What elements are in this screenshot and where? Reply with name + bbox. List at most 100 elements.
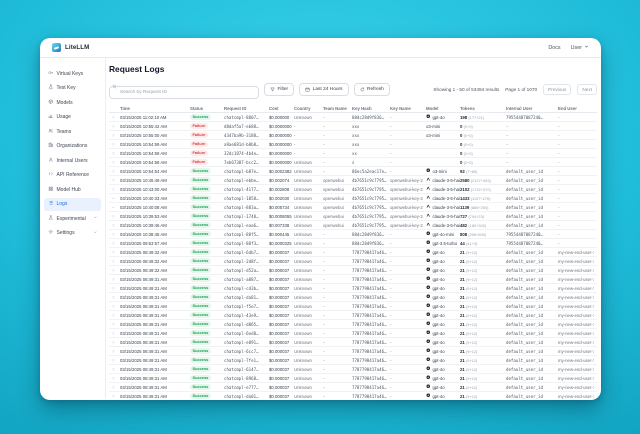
- cell-team-name: -: [323, 259, 352, 264]
- sidebar-item-organizations[interactable]: Organizations: [44, 140, 101, 153]
- docs-link[interactable]: Docs: [548, 45, 560, 51]
- cell-status: Success: [190, 384, 224, 390]
- row-expander[interactable]: [109, 322, 120, 327]
- table-row[interactable]: 03/15/2025 08:49:32 AMSuccesschatcmpl-d5…: [109, 266, 597, 275]
- sidebar-item-internal-users[interactable]: Internal Users: [44, 154, 101, 167]
- refresh-button[interactable]: Refresh: [354, 83, 390, 96]
- chevron-right-icon: [109, 214, 118, 219]
- row-expander[interactable]: [109, 115, 120, 120]
- row-expander[interactable]: [109, 187, 120, 192]
- table-row[interactable]: 03/15/2025 08:49:31 AMSuccesschatcmpl-cd…: [109, 284, 597, 293]
- row-expander[interactable]: [109, 151, 120, 156]
- table-row[interactable]: 03/15/2025 08:49:31 AMSuccesschatcmpl-61…: [109, 365, 597, 374]
- table-row[interactable]: 03/15/2025 08:49:31 AMSuccesschatcmpl-7f…: [109, 356, 597, 365]
- table-row[interactable]: 03/15/2025 08:49:31 AMSuccesschatcmpl-89…: [109, 374, 597, 383]
- row-expander[interactable]: [109, 142, 120, 147]
- row-expander[interactable]: [109, 196, 120, 201]
- column-header-model: Model: [426, 106, 460, 111]
- sidebar-item-virtual-keys[interactable]: Virtual Keys: [44, 67, 101, 80]
- sidebar-item-model-hub[interactable]: Model Hub: [44, 183, 101, 196]
- cell-request-id: chatcmpl-7fe1…: [224, 358, 269, 363]
- row-expander[interactable]: [109, 367, 120, 372]
- table-row[interactable]: 03/15/2025 08:49:31 AMSuccesschatcmpl-43…: [109, 311, 597, 320]
- row-expander[interactable]: [109, 313, 120, 318]
- next-page-button[interactable]: Next: [577, 84, 597, 95]
- previous-page-button[interactable]: Previous: [543, 84, 571, 95]
- table-row[interactable]: 03/15/2025 10:55:00 AMFailure4347ba9b-31…: [109, 131, 597, 140]
- search-input[interactable]: [109, 86, 259, 99]
- row-expander[interactable]: [109, 295, 120, 300]
- row-expander[interactable]: [109, 178, 120, 183]
- table-row[interactable]: 03/15/2025 10:43:00 AMSuccesschatcmpl-41…: [109, 185, 597, 194]
- table-row[interactable]: 03/15/2025 08:49:31 AMSuccesschatcmpl-e7…: [109, 383, 597, 392]
- row-expander[interactable]: [109, 205, 120, 210]
- row-expander[interactable]: [109, 286, 120, 291]
- row-expander[interactable]: [109, 358, 120, 363]
- table-row[interactable]: 03/15/2025 10:54:59 AMFailure32dc1874-4b…: [109, 149, 597, 158]
- chevron-right-icon: [109, 322, 118, 327]
- cell-tokens: 1433 (1157+276): [460, 196, 506, 201]
- table-row[interactable]: 03/15/2025 10:39:46 AMSuccesschatcmpl-ea…: [109, 221, 597, 230]
- cell-model: claude-3-5-hai…: [426, 222, 460, 228]
- table-row[interactable]: 03/15/2025 09:53:57 AMSuccesschatcmpl-88…: [109, 239, 597, 248]
- row-expander[interactable]: [109, 169, 120, 174]
- table-row[interactable]: 03/15/2025 08:49:31 AMSuccesschatcmpl-a8…: [109, 275, 597, 284]
- row-expander[interactable]: [109, 160, 120, 165]
- sidebar-item-test-key[interactable]: Test Key: [44, 82, 101, 95]
- row-expander[interactable]: [109, 223, 120, 228]
- row-expander[interactable]: [109, 268, 120, 273]
- table-row[interactable]: 03/15/2025 08:49:32 AMSuccesschatcmpl-2d…: [109, 257, 597, 266]
- row-expander[interactable]: [109, 250, 120, 255]
- row-expander[interactable]: [109, 214, 120, 219]
- table-row[interactable]: 03/15/2025 10:39:53 AMSuccesschatcmpl-17…: [109, 212, 597, 221]
- table-row[interactable]: 03/15/2025 08:49:31 AMSuccesschatcmpl-da…: [109, 392, 597, 399]
- row-expander[interactable]: [109, 304, 120, 309]
- table-row[interactable]: 03/15/2025 10:54:59 AMFailurea9ae681d-b8…: [109, 140, 597, 149]
- user-menu[interactable]: User: [571, 44, 589, 51]
- table-row[interactable]: 03/15/2025 08:49:31 AMSuccesschatcmpl-d8…: [109, 320, 597, 329]
- row-expander[interactable]: [109, 232, 120, 237]
- table-row[interactable]: 03/15/2025 10:38:45 AMSuccesschatcmpl-88…: [109, 230, 597, 239]
- chevron-down-icon: [93, 230, 98, 237]
- sidebar-item-experimental[interactable]: Experimental: [44, 212, 101, 225]
- sidebar-item-settings[interactable]: Settings: [44, 227, 101, 240]
- sidebar-item-label: Experimental: [57, 216, 86, 222]
- time-range-button[interactable]: Last 24 Hours: [299, 83, 348, 96]
- row-expander[interactable]: [109, 385, 120, 390]
- cell-tokens: 21 (9+12): [460, 367, 506, 372]
- table-row[interactable]: 03/15/2025 11:02:10 AMSuccesschatcmpl-88…: [109, 113, 597, 122]
- table-row[interactable]: 03/15/2025 08:49:31 AMSuccesschatcmpl-da…: [109, 293, 597, 302]
- cell-status: Success: [190, 240, 224, 246]
- table-row[interactable]: 03/15/2025 08:49:31 AMSuccesschatcmpl-f5…: [109, 302, 597, 311]
- table-row[interactable]: 03/15/2025 10:54:58 AMFailure7eb67387-bc…: [109, 158, 597, 167]
- table-row[interactable]: 03/15/2025 10:45:49 AMSuccesschatcmpl-eb…: [109, 176, 597, 185]
- sidebar-item-teams[interactable]: Teams: [44, 125, 101, 138]
- row-expander[interactable]: [109, 340, 120, 345]
- status-badge: Success: [190, 240, 211, 246]
- cell-team-name: -: [323, 367, 352, 372]
- row-expander[interactable]: [109, 349, 120, 354]
- cell-key-hash: 88dc28d9f836…: [352, 241, 390, 246]
- row-expander[interactable]: [109, 394, 120, 399]
- row-expander[interactable]: [109, 124, 120, 129]
- table-row[interactable]: 03/15/2025 08:49:31 AMSuccesschatcmpl-6e…: [109, 329, 597, 338]
- table-row[interactable]: 03/15/2025 08:49:31 AMSuccesschatcmpl-6c…: [109, 347, 597, 356]
- row-expander[interactable]: [109, 241, 120, 246]
- filter-button[interactable]: Filter: [264, 83, 294, 96]
- sidebar-item-logs[interactable]: Logs: [44, 198, 101, 211]
- table-row[interactable]: 03/15/2025 08:49:31 AMSuccesschatcmpl-e8…: [109, 338, 597, 347]
- row-expander[interactable]: [109, 277, 120, 282]
- sidebar-item-usage[interactable]: Usage: [44, 111, 101, 124]
- row-expander[interactable]: [109, 259, 120, 264]
- table-row[interactable]: 03/15/2025 08:49:32 AMSuccesschatcmpl-6d…: [109, 248, 597, 257]
- chevron-down-icon: [93, 215, 98, 222]
- sidebar-item-models[interactable]: Models: [44, 96, 101, 109]
- row-expander[interactable]: [109, 133, 120, 138]
- table-row[interactable]: 03/15/2025 10:40:08 AMSuccesschatcmpl-88…: [109, 203, 597, 212]
- table-row[interactable]: 03/15/2025 10:40:33 AMSuccesschatcmpl-10…: [109, 194, 597, 203]
- table-row[interactable]: 03/15/2025 10:54:54 AMSuccesschatcmpl-b8…: [109, 167, 597, 176]
- row-expander[interactable]: [109, 331, 120, 336]
- row-expander[interactable]: [109, 376, 120, 381]
- table-row[interactable]: 03/15/2025 10:55:42 AMFailured8daf5a7-eb…: [109, 122, 597, 131]
- sidebar-item-api-reference[interactable]: API Reference: [44, 169, 101, 182]
